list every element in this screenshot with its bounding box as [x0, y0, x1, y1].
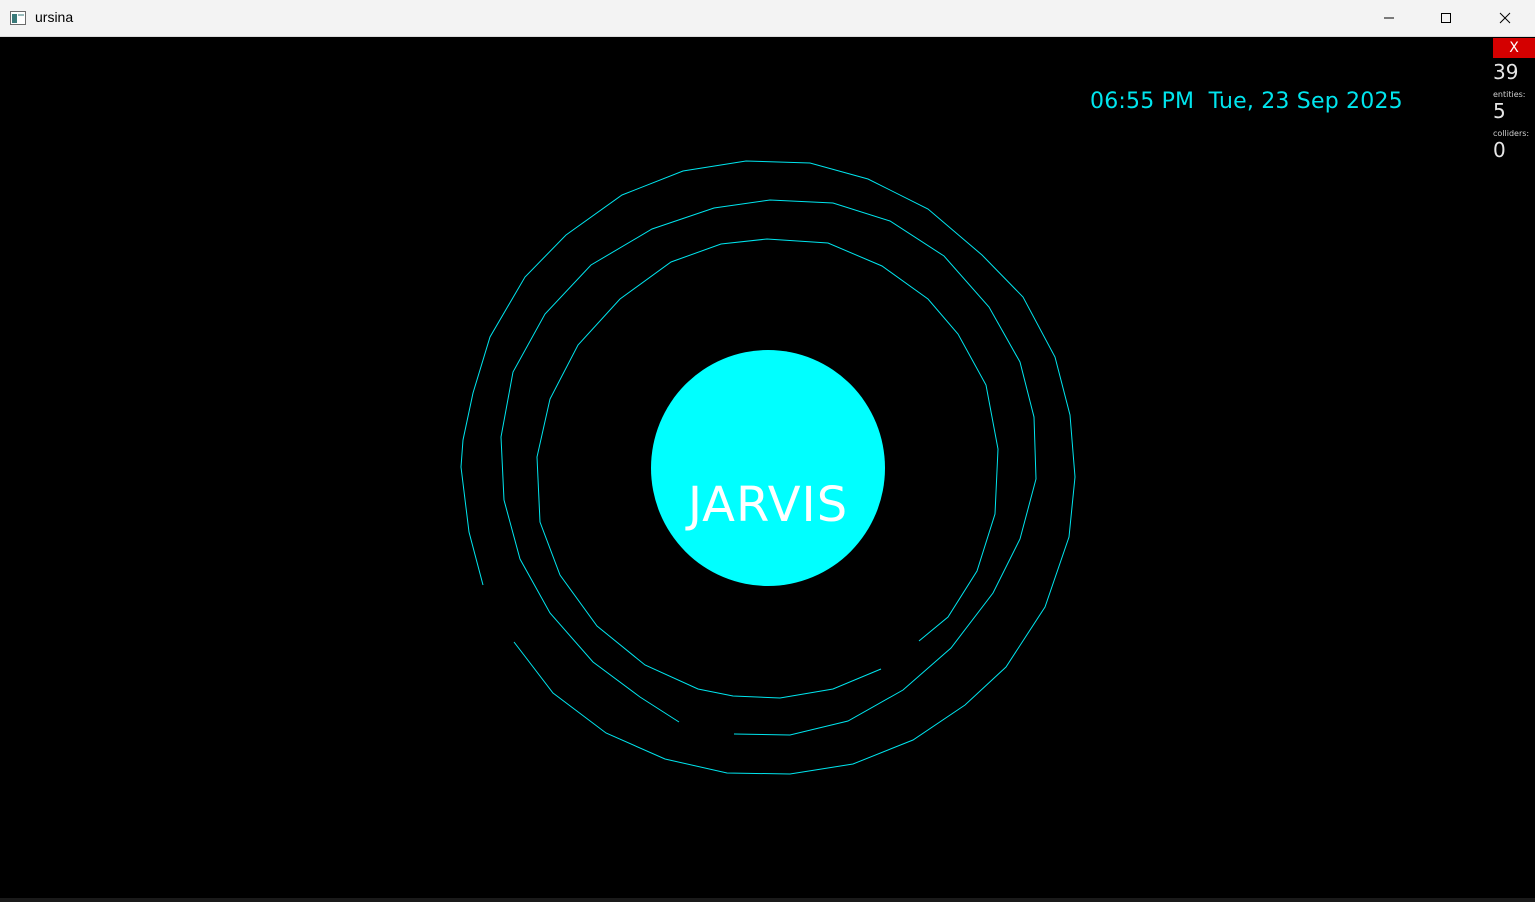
fps-counter: 39 — [1493, 60, 1519, 84]
core-label: JARVIS — [687, 477, 849, 533]
entities-label: entities: — [1493, 90, 1526, 99]
date-text: Tue, 23 Sep 2025 — [1208, 89, 1403, 114]
window-title: ursina — [35, 9, 74, 25]
close-button[interactable] — [1482, 0, 1528, 36]
colliders-count: 0 — [1493, 138, 1506, 162]
maximize-button[interactable] — [1423, 0, 1469, 36]
time-text: 06:55 PM — [1090, 89, 1195, 114]
game-viewport[interactable]: JARVIS 06:55 PM Tue, 23 Sep 2025 X 39 en… — [0, 37, 1535, 902]
app-icon — [10, 10, 26, 25]
maximize-icon — [1441, 13, 1451, 23]
entities-count: 5 — [1493, 99, 1506, 123]
datetime-display: 06:55 PM Tue, 23 Sep 2025 — [1090, 89, 1403, 114]
title-bar[interactable]: ursina — [0, 0, 1535, 37]
colliders-label: colliders: — [1493, 129, 1530, 138]
minimize-button[interactable] — [1366, 0, 1412, 36]
taskbar-edge — [0, 898, 1535, 902]
exit-button[interactable]: X — [1493, 38, 1535, 58]
app-window: ursina JARVIS 06:55 PM Tue, 23 Sep 2025 … — [0, 0, 1535, 902]
close-icon — [1499, 12, 1511, 24]
minimize-icon — [1384, 17, 1394, 19]
